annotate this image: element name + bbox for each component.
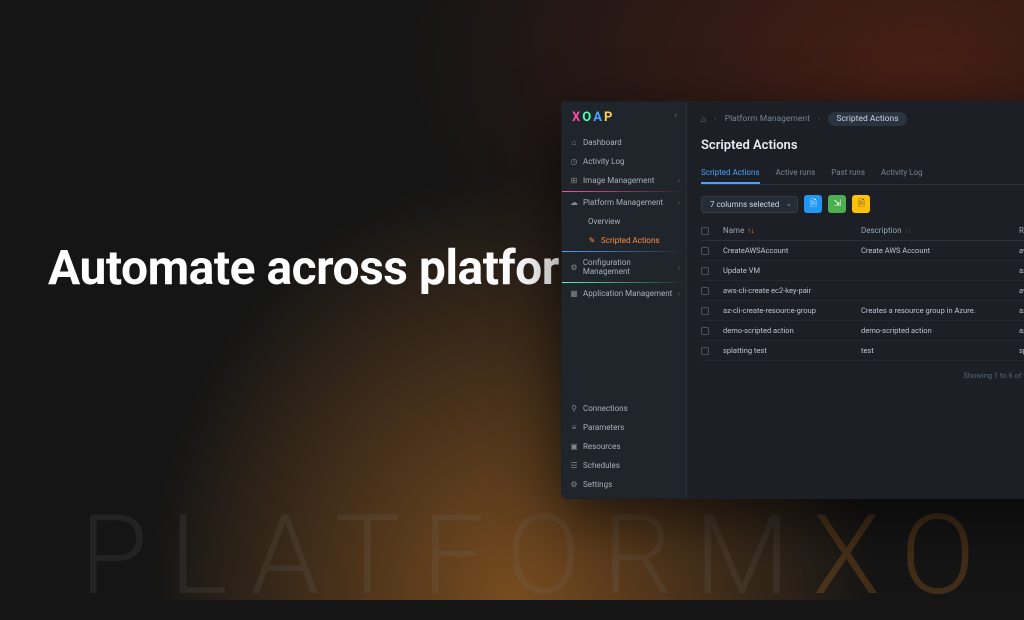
pager-summary: Showing 1 to 6 of 6 entries: [963, 371, 1024, 380]
watermark: PLATFORMXO: [80, 491, 997, 620]
tab-active-runs[interactable]: Active runs: [776, 163, 816, 184]
sidebar-item-dashboard[interactable]: ⌂Dashboard: [562, 133, 686, 152]
tabs: Scripted Actions Active runs Past runs A…: [701, 163, 1024, 185]
archive-icon: 🗎: [858, 196, 865, 212]
cell-description: Create AWS Account: [861, 246, 1011, 255]
export-button[interactable]: ⇲: [828, 195, 846, 213]
cell-name: aws-cli-create ec2-key-pair: [723, 286, 853, 295]
select-all-checkbox[interactable]: [701, 227, 709, 235]
row-checkbox[interactable]: [701, 327, 709, 335]
home-icon: ⌂: [570, 139, 578, 147]
sidebar-item-platform-management[interactable]: ☁Platform Management: [562, 193, 686, 212]
column-selector[interactable]: 7 columns selected: [701, 196, 798, 213]
sidebar-item-schedules[interactable]: ☰Schedules: [562, 456, 686, 475]
sidebar-item-image-management[interactable]: ⊞Image Management: [562, 171, 686, 190]
cell-name: az-cli-create-resource-group: [723, 306, 853, 315]
tab-scripted-actions[interactable]: Scripted Actions: [701, 163, 760, 184]
actions-table: Name↑↓ Description↑↓ Resource CreateAWSA…: [701, 221, 1024, 361]
col-resource[interactable]: Resource: [1019, 226, 1024, 235]
logo[interactable]: XOAP: [562, 102, 686, 133]
cell-resource: splatting.ps1: [1019, 346, 1024, 355]
sidebar-item-parameters[interactable]: ≡Parameters: [562, 418, 686, 437]
table-row[interactable]: Update VM az-cli-create-image-gallery.ps1: [701, 261, 1024, 281]
sidebar-sub-overview[interactable]: Overview: [580, 212, 686, 231]
sidebar-item-configuration-management[interactable]: ⚙Configuration Management: [562, 253, 686, 281]
cell-description: test: [861, 346, 1011, 355]
link-icon: ⚲: [570, 405, 578, 413]
archive-button[interactable]: 🗎: [852, 195, 870, 213]
toolbar: 7 columns selected 🗎 ⇲ 🗎: [701, 195, 1024, 213]
breadcrumb-home[interactable]: ⌂: [701, 114, 706, 125]
pencil-icon: ✎: [588, 237, 596, 245]
tab-activity-log[interactable]: Activity Log: [881, 163, 923, 184]
row-checkbox[interactable]: [701, 267, 709, 275]
sort-icon: ↑↓: [747, 227, 754, 235]
sidebar-item-connections[interactable]: ⚲Connections: [562, 399, 686, 418]
cell-name: demo-scripted action: [723, 326, 853, 335]
sidebar: XOAP ‹ ⌂Dashboard ◷Activity Log ⊞Image M…: [562, 102, 687, 498]
file-plus-icon: 🗎: [810, 196, 817, 212]
apps-icon: ▦: [570, 290, 578, 298]
table-row[interactable]: splatting test test splatting.ps1: [701, 341, 1024, 361]
table-row[interactable]: CreateAWSAccount Create AWS Account aws-cl…: [701, 241, 1024, 261]
chevron-right-icon: ›: [818, 114, 821, 124]
sidebar-item-activity-log[interactable]: ◷Activity Log: [562, 152, 686, 171]
cell-resource: aws-cli-create-ec2-key-pair.ps1: [1019, 286, 1024, 295]
cell-description: Creates a resource group in Azure.: [861, 306, 1011, 315]
sidebar-item-resources[interactable]: ▣Resources: [562, 437, 686, 456]
add-button[interactable]: 🗎: [804, 195, 822, 213]
calendar-icon: ☰: [570, 462, 578, 470]
row-checkbox[interactable]: [701, 347, 709, 355]
clock-icon: ◷: [570, 158, 578, 166]
table-row[interactable]: az-cli-create-resource-group Creates a re…: [701, 301, 1024, 321]
cell-resource: az-cli-create-image-gallery.ps1: [1019, 266, 1024, 275]
table-row[interactable]: aws-cli-create ec2-key-pair aws-cli-creat…: [701, 281, 1024, 301]
cell-name: Update VM: [723, 266, 853, 275]
sidebar-collapse[interactable]: ‹: [674, 110, 677, 121]
row-checkbox[interactable]: [701, 247, 709, 255]
table-row[interactable]: demo-scripted action demo-scripted action…: [701, 321, 1024, 341]
breadcrumb-current: Scripted Actions: [828, 112, 906, 126]
grid-icon: ⊞: [570, 177, 578, 185]
breadcrumb: ⌂ › Platform Management › Scripted Actio…: [701, 112, 1024, 126]
settings-icon: ⚙: [570, 481, 578, 489]
tab-past-runs[interactable]: Past runs: [831, 163, 865, 184]
export-icon: ⇲: [833, 199, 841, 209]
row-checkbox[interactable]: [701, 287, 709, 295]
chevron-right-icon: ›: [714, 114, 717, 124]
sort-icon: ↑↓: [905, 227, 912, 235]
pagination: Showing 1 to 6 of 6 entries « ‹ 1 › »: [701, 369, 1024, 382]
cell-name: CreateAWSAccount: [723, 246, 853, 255]
main-content: ⌂ › Platform Management › Scripted Actio…: [687, 102, 1024, 498]
app-window: XOAP ‹ ⌂Dashboard ◷Activity Log ⊞Image M…: [560, 100, 1024, 500]
sidebar-item-application-management[interactable]: ▦Application Management: [562, 284, 686, 303]
cell-resource: az-cli-avd-applicationgroup-list.ps1: [1019, 326, 1024, 335]
breadcrumb-platform[interactable]: Platform Management: [725, 114, 810, 124]
row-checkbox[interactable]: [701, 307, 709, 315]
col-description[interactable]: Description↑↓: [861, 226, 1011, 235]
cell-resource: aws-cli-create-account.ps1: [1019, 246, 1024, 255]
cloud-icon: ☁: [570, 199, 578, 207]
col-name[interactable]: Name↑↓: [723, 226, 853, 235]
cell-resource: az-cli-create-resource-group.ps1: [1019, 306, 1024, 315]
page-title: Scripted Actions: [701, 138, 1024, 153]
sidebar-item-settings[interactable]: ⚙Settings: [562, 475, 686, 494]
cell-name: splatting test: [723, 346, 853, 355]
sidebar-sub-scripted-actions[interactable]: ✎Scripted Actions: [580, 231, 686, 250]
gear-icon: ⚙: [570, 263, 578, 271]
cell-description: demo-scripted action: [861, 326, 1011, 335]
box-icon: ▣: [570, 443, 578, 451]
marketing-headline: Automate across platforms: [48, 240, 624, 295]
list-icon: ≡: [570, 424, 578, 432]
